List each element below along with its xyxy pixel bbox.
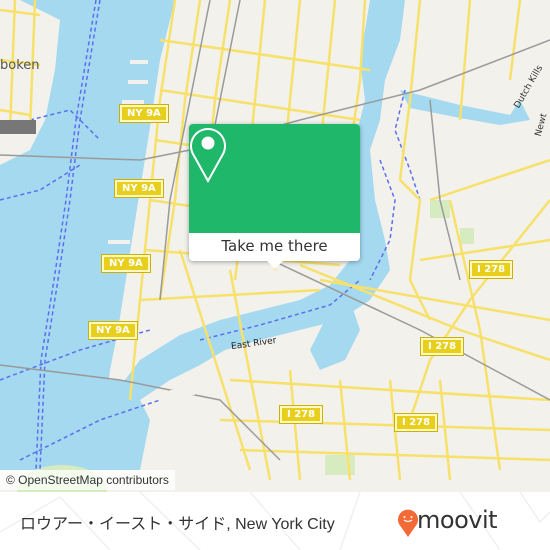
route-shield-i278: I 278 [419, 337, 465, 356]
place-label-hoboken: boken [0, 58, 40, 73]
location-popup: Take me there [189, 124, 360, 269]
route-shield-i278: I 278 [278, 405, 324, 424]
route-shield-ny9a: NY 9A [119, 104, 169, 123]
moovit-wordmark: moovit [417, 506, 498, 534]
newtown-creek [400, 90, 530, 125]
route-shield-i278: I 278 [468, 260, 514, 279]
hoboken-terminal [0, 120, 36, 134]
footer-bar: ロウアー・イースト・サイド, New York City moovit [0, 492, 550, 550]
park-2 [460, 228, 474, 244]
take-me-there-button[interactable]: Take me there [189, 233, 360, 261]
route-shield-i278: I 278 [393, 413, 439, 432]
popup-pointer [267, 261, 283, 269]
route-shield-ny9a: NY 9A [88, 321, 138, 340]
place-name: ロウアー・イースト・サイド, New York City [20, 516, 335, 533]
park-3 [325, 455, 355, 475]
moovit-pin-icon [398, 509, 418, 537]
route-shield-ny9a: NY 9A [101, 254, 151, 273]
map-attribution[interactable]: © OpenStreetMap contributors [0, 470, 175, 490]
map-pin-icon [190, 128, 226, 184]
popup-header [189, 124, 360, 233]
map[interactable]: boken East River Dutch Kills Newt NY 9A … [0, 0, 550, 492]
route-shield-ny9a: NY 9A [114, 179, 164, 198]
upper-bay [0, 380, 150, 470]
